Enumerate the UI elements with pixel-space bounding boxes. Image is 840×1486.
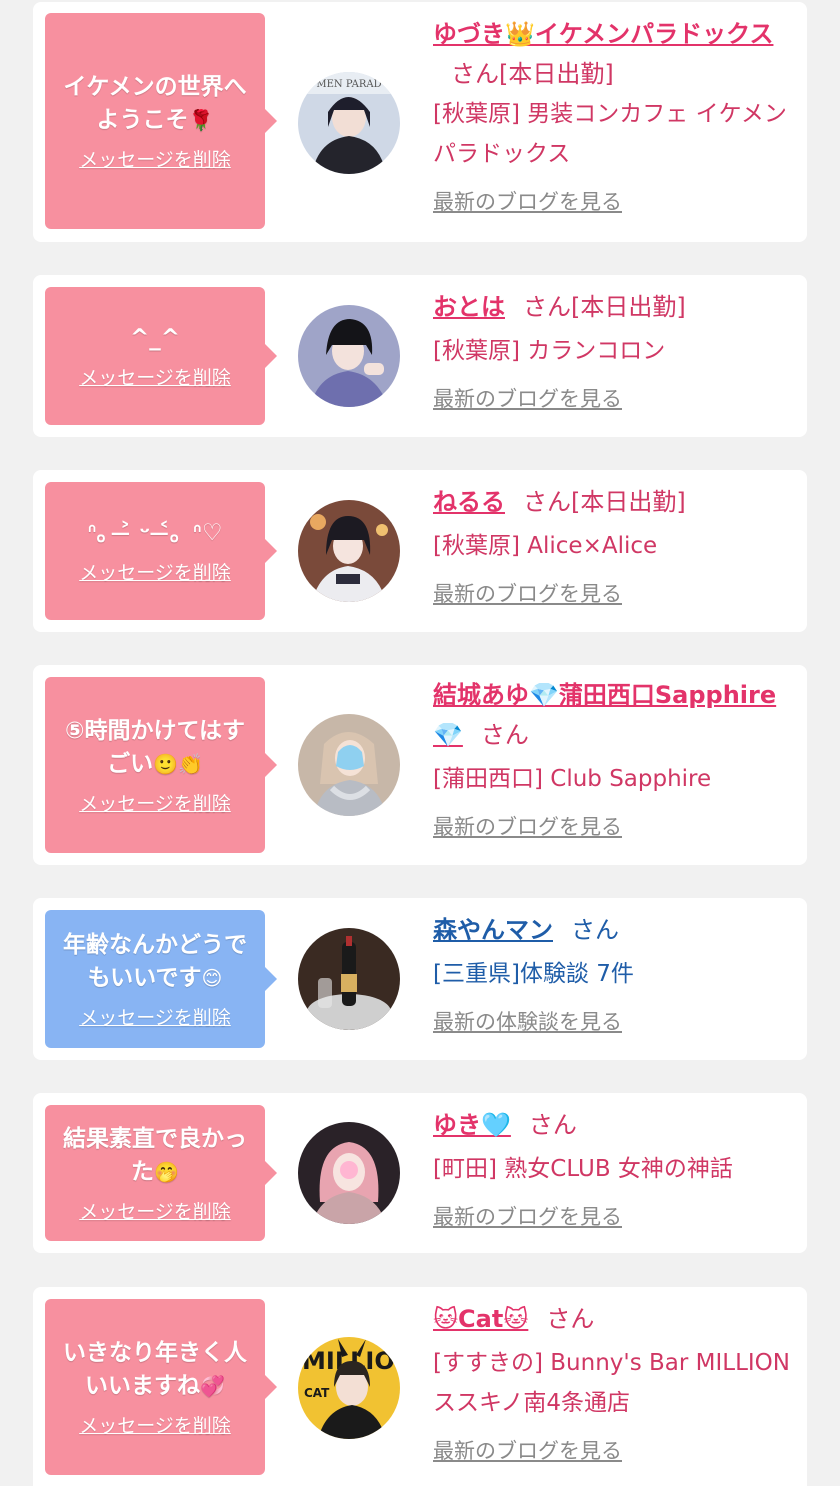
svg-text:CAT: CAT: [304, 1386, 330, 1400]
delete-message-link[interactable]: メッセージを削除: [79, 145, 231, 172]
message-card: いきなり年きく人いいますね💞 メッセージを削除 MILLION CAT 🐱Cat…: [33, 1287, 807, 1486]
user-info: ゆづき👑イケメンパラドックスさん[本日出勤] [秋葉原] 男装コンカフェ イケメ…: [433, 14, 793, 218]
user-name-link[interactable]: 🐱Cat🐱: [433, 1305, 528, 1333]
user-name-link[interactable]: ねるる: [433, 488, 505, 516]
name-line: おとは さん[本日出勤]: [433, 287, 793, 327]
message-text: ⑤時間かけてはすごい🙂👏: [57, 715, 253, 781]
delete-message-link[interactable]: メッセージを削除: [79, 1003, 231, 1030]
user-name-link[interactable]: ゆづき👑イケメンパラドックス: [433, 20, 773, 48]
delete-message-link[interactable]: メッセージを削除: [79, 1411, 231, 1438]
honorific-status: さん: [528, 1111, 577, 1139]
user-name-link[interactable]: ゆき🩵: [433, 1111, 511, 1139]
message-card: ᐢ。˃̶ ᵕ ˂̶。ᐢ♡ メッセージを削除 ねるる さん[本日出勤] [秋葉原] …: [33, 470, 807, 632]
delete-message-link[interactable]: メッセージを削除: [79, 558, 231, 585]
message-body: ᐢ。˃̶ ᵕ ˂̶。ᐢ♡: [87, 520, 223, 546]
message-card: 年齢なんかどうでもいいです😊 メッセージを削除 森やんマン さん [三重県]体験談…: [33, 898, 807, 1060]
review-count: [三重県]体験談 7件: [433, 961, 634, 987]
message-card: 結果素直で良かった🤭 メッセージを削除 ゆき🩵 さん [町田] 熟女CLUB 女神…: [33, 1093, 807, 1253]
shop-info: [秋葉原] 男装コンカフェ イケメンパラドックス: [433, 101, 787, 167]
avatar[interactable]: MEN PARAD: [298, 72, 400, 174]
shop-info: [秋葉原] Alice×Alice: [433, 533, 658, 559]
message-text: 年齢なんかどうでもいいです😊: [57, 929, 253, 995]
message-text: ᐢ。˃̶ ᵕ ˂̶。ᐢ♡: [87, 517, 222, 550]
delete-message-link[interactable]: メッセージを削除: [79, 789, 231, 816]
honorific-status: さん: [571, 916, 619, 944]
avatar[interactable]: [298, 1122, 400, 1224]
giggle-emoji-icon: 🤭: [154, 1159, 179, 1184]
avatar[interactable]: [298, 305, 400, 407]
user-name-link[interactable]: 森やんマン: [433, 916, 553, 944]
message-bubble: 結果素直で良かった🤭 メッセージを削除: [45, 1105, 265, 1241]
latest-blog-link[interactable]: 最新のブログを見る: [433, 1201, 793, 1233]
delete-message-link[interactable]: メッセージを削除: [79, 363, 231, 390]
rose-emoji-icon: 🌹: [188, 107, 214, 132]
honorific-status: さん[本日出勤]: [523, 488, 686, 516]
name-line: ねるる さん[本日出勤]: [433, 482, 793, 522]
message-bubble: ^_^ メッセージを削除: [45, 287, 265, 425]
message-body: イケメンの世界へようこそ: [63, 73, 247, 133]
latest-blog-link[interactable]: 最新のブログを見る: [433, 578, 793, 610]
message-bubble: ᐢ。˃̶ ᵕ ˂̶。ᐢ♡ メッセージを削除: [45, 482, 265, 620]
latest-blog-link[interactable]: 最新のブログを見る: [433, 811, 793, 843]
message-text: イケメンの世界へようこそ🌹: [57, 71, 253, 137]
message-card: イケメンの世界へようこそ🌹 メッセージを削除 MEN PARAD ゆづき👑イケメ…: [33, 2, 807, 242]
name-line: ゆき🩵 さん: [433, 1105, 793, 1145]
shop-info: [秋葉原] カランコロン: [433, 338, 666, 364]
user-info: 森やんマン さん [三重県]体験談 7件 最新の体験談を見る: [433, 910, 793, 1038]
message-bubble: 年齢なんかどうでもいいです😊 メッセージを削除: [45, 910, 265, 1048]
svg-text:MEN PARAD: MEN PARAD: [316, 79, 381, 90]
smile-clap-emoji-icon: 🙂👏: [153, 751, 203, 776]
avatar[interactable]: MILLION CAT: [298, 1337, 400, 1439]
message-text: いきなり年きく人いいますね💞: [57, 1337, 253, 1403]
latest-blog-link[interactable]: 最新のブログを見る: [433, 186, 793, 218]
message-card: ^_^ メッセージを削除 おとは さん[本日出勤] [秋葉原] カランコロン 最新…: [33, 275, 807, 437]
name-line: 森やんマン さん: [433, 910, 793, 950]
avatar[interactable]: [298, 928, 400, 1030]
message-list: イケメンの世界へようこそ🌹 メッセージを削除 MEN PARAD ゆづき👑イケメ…: [0, 0, 840, 1486]
message-bubble: いきなり年きく人いいますね💞 メッセージを削除: [45, 1299, 265, 1475]
name-line: 結城あゆ💎蒲田西口Sapphire💎 さん: [433, 675, 793, 755]
latest-blog-link[interactable]: 最新のブログを見る: [433, 1435, 793, 1467]
user-info: 🐱Cat🐱 さん [すすきの] Bunny's Bar MILLION ススキノ南…: [433, 1299, 793, 1467]
shop-info: [すすきの] Bunny's Bar MILLION ススキノ南4条通店: [433, 1350, 790, 1416]
avatar[interactable]: [298, 500, 400, 602]
hearts-emoji-icon: 💞: [200, 1373, 225, 1398]
latest-blog-link[interactable]: 最新のブログを見る: [433, 383, 793, 415]
honorific-status: さん: [480, 721, 529, 749]
avatar[interactable]: [298, 714, 400, 816]
message-body: ^_^: [129, 325, 181, 351]
blush-emoji-icon: 😊: [201, 965, 223, 990]
message-bubble: イケメンの世界へようこそ🌹 メッセージを削除: [45, 13, 265, 229]
user-info: ねるる さん[本日出勤] [秋葉原] Alice×Alice 最新のブログを見る: [433, 482, 793, 610]
user-info: ゆき🩵 さん [町田] 熟女CLUB 女神の神話 最新のブログを見る: [433, 1105, 793, 1233]
message-card: ⑤時間かけてはすごい🙂👏 メッセージを削除 結城あゆ💎蒲田西口Sapphire💎…: [33, 665, 807, 865]
shop-info: [蒲田西口] Club Sapphire: [433, 766, 712, 792]
honorific-status: さん[本日出勤]: [451, 60, 614, 88]
latest-review-link[interactable]: 最新の体験談を見る: [433, 1006, 793, 1038]
delete-message-link[interactable]: メッセージを削除: [79, 1197, 231, 1224]
honorific-status: さん[本日出勤]: [523, 293, 686, 321]
message-text: ^_^: [130, 322, 180, 355]
message-text: 結果素直で良かった🤭: [57, 1123, 253, 1189]
honorific-status: さん: [546, 1305, 595, 1333]
user-info: おとは さん[本日出勤] [秋葉原] カランコロン 最新のブログを見る: [433, 287, 793, 415]
user-info: 結城あゆ💎蒲田西口Sapphire💎 さん [蒲田西口] Club Sapphir…: [433, 675, 793, 843]
user-name-link[interactable]: おとは: [433, 293, 505, 321]
name-line: 🐱Cat🐱 さん: [433, 1299, 793, 1339]
message-bubble: ⑤時間かけてはすごい🙂👏 メッセージを削除: [45, 677, 265, 853]
name-line: ゆづき👑イケメンパラドックスさん[本日出勤]: [433, 14, 793, 94]
shop-info: [町田] 熟女CLUB 女神の神話: [433, 1156, 733, 1182]
